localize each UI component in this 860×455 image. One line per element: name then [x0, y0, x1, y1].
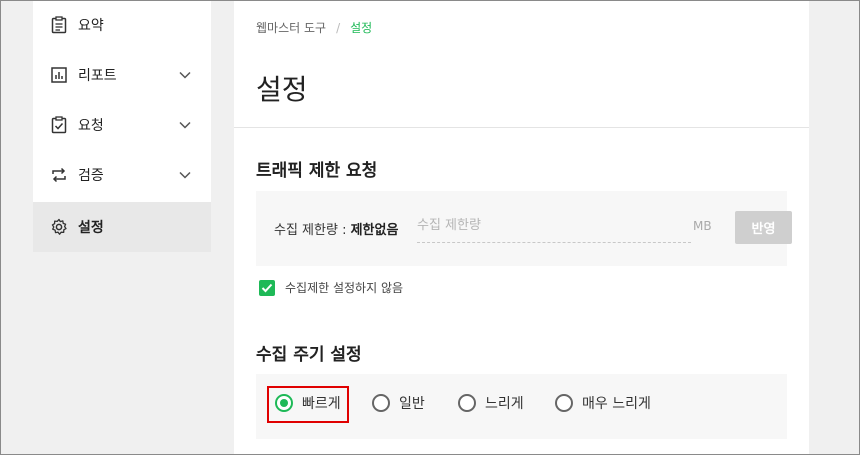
sidebar-item-label: 검증	[78, 168, 104, 184]
limit-input[interactable]	[417, 209, 691, 243]
repeat-arrows-icon	[50, 166, 68, 184]
radio-option-slow[interactable]: 느리게	[458, 393, 524, 413]
chevron-down-icon	[179, 169, 191, 181]
sidebar-item-verify[interactable]: 검증	[33, 150, 211, 200]
traffic-limit-panel: 수집 제한량 : 제한없음 MB 반영	[256, 191, 792, 266]
sidebar-item-request[interactable]: 요청	[33, 100, 211, 150]
apply-button[interactable]: 반영	[735, 211, 792, 244]
page-title: 설정	[256, 73, 308, 106]
radio-label: 일반	[399, 396, 425, 412]
limit-label-text: 수집 제한량 :	[274, 223, 351, 238]
highlight-box	[267, 386, 349, 423]
sidebar-item-summary[interactable]: 요약	[33, 0, 211, 50]
crawl-section-title: 수집 주기 설정	[256, 345, 362, 365]
limit-value: 제한없음	[350, 223, 399, 238]
sidebar-item-label: 설정	[78, 220, 104, 236]
no-limit-checkbox-row[interactable]: 수집제한 설정하지 않음	[259, 279, 403, 296]
radio-button[interactable]	[555, 394, 573, 412]
gear-icon	[50, 218, 68, 236]
sidebar: 요약 리포트 요청 검증 설정	[33, 0, 211, 252]
breadcrumb-separator: /	[336, 20, 341, 35]
radio-label: 매우 느리게	[582, 396, 651, 412]
limit-label: 수집 제한량 : 제한없음	[274, 219, 398, 238]
traffic-section-title: 트래픽 제한 요청	[256, 161, 378, 181]
main-content: 웹마스터 도구 / 설정 설정 트래픽 제한 요청 수집 제한량 : 제한없음 …	[234, 0, 809, 455]
radio-label: 느리게	[485, 396, 524, 412]
sidebar-item-label: 리포트	[78, 68, 117, 84]
breadcrumb-parent-link[interactable]: 웹마스터 도구	[256, 19, 326, 36]
radio-option-very-slow[interactable]: 매우 느리게	[555, 393, 651, 413]
radio-option-normal[interactable]: 일반	[372, 393, 425, 413]
unit-label: MB	[693, 219, 712, 233]
sidebar-item-label: 요약	[78, 18, 104, 34]
breadcrumb: 웹마스터 도구 / 설정	[256, 19, 372, 36]
divider	[234, 127, 809, 128]
sidebar-item-label: 요청	[78, 118, 104, 134]
no-limit-checkbox[interactable]	[259, 279, 275, 296]
radio-button[interactable]	[458, 394, 476, 412]
radio-button[interactable]	[372, 394, 390, 412]
chevron-down-icon	[179, 69, 191, 81]
clipboard-check-icon	[50, 116, 68, 134]
chevron-down-icon	[179, 119, 191, 131]
bar-chart-icon	[50, 66, 68, 84]
clipboard-icon	[50, 16, 68, 34]
sidebar-item-report[interactable]: 리포트	[33, 50, 211, 100]
sidebar-item-settings[interactable]: 설정	[33, 202, 211, 252]
breadcrumb-current: 설정	[350, 21, 373, 35]
no-limit-checkbox-label: 수집제한 설정하지 않음	[285, 281, 404, 295]
